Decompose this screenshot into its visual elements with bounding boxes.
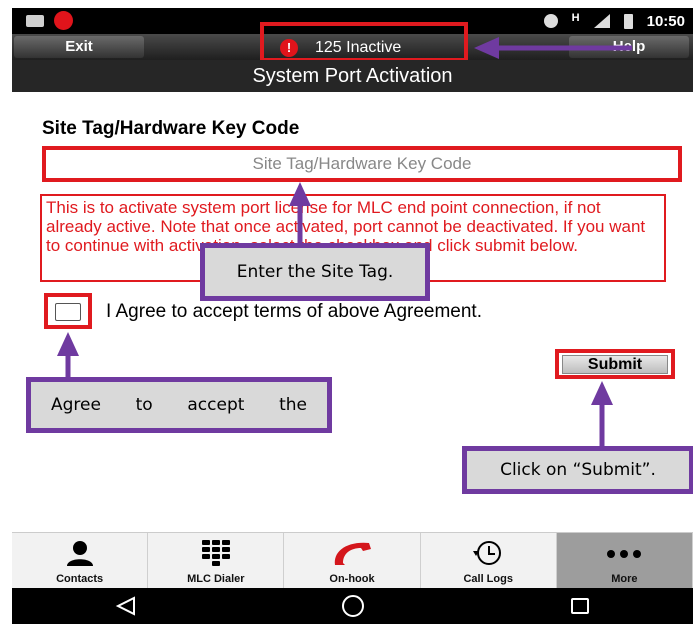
recents-icon [570,598,589,614]
agree-checkbox[interactable] [55,303,81,321]
home-button[interactable] [333,592,373,620]
home-icon [341,595,364,617]
image-notification-icon [26,15,44,27]
status-indicators: H 10:50 [543,11,685,31]
nav-label: On-hook [329,573,375,585]
exit-button[interactable]: Exit [14,36,144,58]
battery-icon [623,13,633,29]
nav-label: MLC Dialer [187,573,245,585]
back-button[interactable] [106,592,146,620]
back-icon [115,596,135,616]
submit-callout: Click on “Submit”. [462,446,693,494]
help-button[interactable]: Help [569,36,689,58]
page-title: System Port Activation [12,60,693,92]
nav-contacts[interactable]: Contacts [12,533,149,588]
dialpad-icon [201,540,230,566]
call-logs-icon [473,541,502,565]
key-code-input[interactable] [42,146,682,182]
nav-label: More [611,573,638,585]
nav-mlc-dialer[interactable]: MLC Dialer [148,533,285,588]
key-code-label: Site Tag/Hardware Key Code [42,118,300,139]
submit-arrow-head [591,381,613,405]
network-type: H [571,12,580,24]
nav-label: Contacts [56,573,104,585]
nav-more[interactable]: More [556,533,693,588]
system-navigation-bar [12,588,693,624]
sync-icon [543,14,558,28]
alert-notification-icon [54,11,73,30]
clock: 10:50 [646,12,685,30]
more-icon [607,550,642,558]
site-tag-callout: Enter the Site Tag. [200,243,430,301]
inactive-highlight-box [260,22,468,62]
agree-callout-word: Agree [51,395,101,415]
nav-call-logs[interactable]: Call Logs [421,533,557,588]
agree-callout-word: accept [187,395,245,415]
contacts-icon [66,541,93,566]
agree-highlight-box [44,293,92,329]
agree-callout: Agree to accept the [26,377,332,433]
submit-highlight-box: Submit [555,349,675,379]
phone-hook-icon [334,542,371,565]
nav-on-hook[interactable]: On-hook [284,533,421,588]
nav-label: Call Logs [463,573,513,585]
agree-label: I Agree to accept terms of above Agreeme… [106,301,482,322]
agree-callout-word: to [135,395,153,415]
agree-arrow-head [57,332,79,356]
agree-callout-word: the [279,395,307,415]
bottom-navigation: Contacts MLC Dialer On-hook Call Logs Mo… [12,532,693,588]
recents-button[interactable] [560,592,600,620]
signal-icon [593,14,610,28]
phone-screen: H 10:50 Exit ! 125 Inactive Help System … [12,8,693,624]
submit-button[interactable]: Submit [562,355,668,374]
